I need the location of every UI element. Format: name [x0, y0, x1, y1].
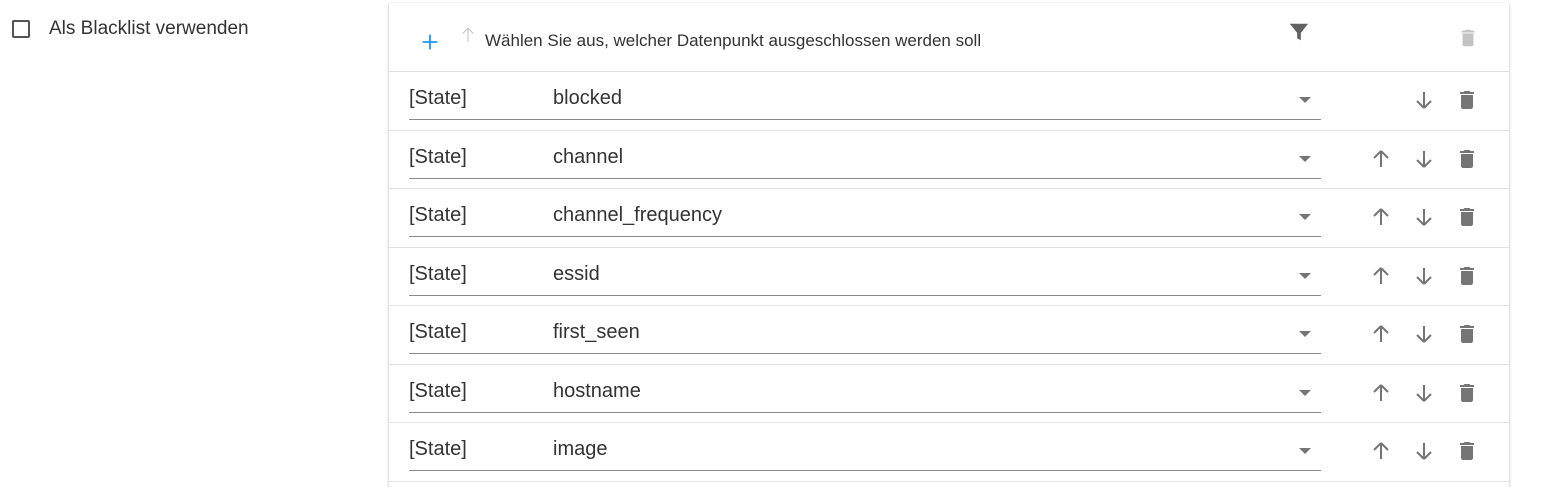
arrow-up-icon	[1373, 325, 1389, 342]
trash-icon	[1460, 383, 1474, 402]
dropdown-arrow-icon	[1299, 155, 1311, 162]
trash-icon	[1460, 208, 1474, 226]
delete-row-button[interactable]	[1455, 88, 1479, 112]
trash-icon	[1460, 91, 1474, 109]
delete-row-button[interactable]	[1455, 264, 1479, 288]
arrow-up-icon	[1373, 266, 1389, 284]
move-down-button[interactable]	[1412, 381, 1436, 405]
arrow-down-icon	[1416, 150, 1432, 168]
exclusion-table: Wählen Sie aus, welcher Datenpunkt ausge…	[389, 3, 1509, 487]
datapoint-select[interactable]: first_seen	[409, 314, 1321, 354]
plus-icon	[422, 34, 438, 50]
move-up-button[interactable]	[1369, 322, 1393, 346]
arrow-up-icon	[1373, 208, 1389, 225]
arrow-down-icon	[1416, 443, 1432, 460]
blacklist-label: Als Blacklist verwenden	[49, 18, 249, 39]
move-down-button[interactable]	[1412, 147, 1436, 171]
move-down-button[interactable]	[1412, 88, 1436, 112]
dropdown-arrow-icon	[1299, 448, 1311, 454]
trash-icon	[1461, 29, 1475, 47]
table-header: Wählen Sie aus, welcher Datenpunkt ausge…	[389, 3, 1509, 72]
arrow-down-icon	[1416, 92, 1432, 109]
datapoint-select-value: hostname	[553, 379, 641, 402]
move-down-button[interactable]	[1412, 322, 1436, 346]
table-row: [State] channel	[389, 131, 1509, 189]
datapoint-select-value: first_seen	[553, 321, 640, 343]
dropdown-arrow-icon	[1299, 272, 1311, 279]
datapoint-select[interactable]: blocked	[409, 80, 1321, 120]
table-row: [State] channel_frequency	[389, 189, 1509, 248]
datapoint-select-value: essid	[553, 262, 600, 285]
datapoint-select[interactable]: hostname	[409, 373, 1321, 413]
move-down-button[interactable]	[1412, 439, 1436, 463]
filter-icon	[1289, 23, 1309, 41]
arrow-up-icon	[1373, 383, 1389, 401]
delete-row-button[interactable]	[1455, 381, 1479, 405]
table-row: [State] first_seen	[389, 306, 1509, 365]
arrow-up-icon	[1373, 442, 1389, 459]
table-body: [State] blocked [State] channel [State] chann…	[389, 72, 1509, 482]
arrow-up-icon	[1373, 149, 1389, 167]
trash-icon	[1460, 149, 1474, 168]
add-button[interactable]	[419, 31, 441, 53]
table-row: [State] blocked	[389, 72, 1509, 131]
arrow-down-icon	[1416, 209, 1432, 226]
dropdown-arrow-icon	[1299, 97, 1311, 103]
arrow-up-icon	[462, 27, 474, 42]
table-row: [State] hostname	[389, 365, 1509, 423]
arrow-down-icon	[1416, 384, 1432, 402]
delete-row-button[interactable]	[1455, 205, 1479, 229]
datapoint-select[interactable]: essid	[409, 256, 1321, 296]
delete-row-button[interactable]	[1455, 322, 1479, 346]
datapoint-select[interactable]: channel_frequency	[409, 197, 1321, 237]
move-up-button[interactable]	[1369, 147, 1393, 171]
move-up-button[interactable]	[1369, 439, 1393, 463]
delete-row-button[interactable]	[1455, 439, 1479, 463]
arrow-down-icon	[1416, 326, 1432, 343]
datapoint-select-value: image	[553, 438, 608, 460]
move-up-button[interactable]	[1369, 381, 1393, 405]
trash-icon	[1460, 266, 1474, 285]
delete-all-button[interactable]	[1457, 26, 1479, 50]
table-row: [State] image	[389, 423, 1509, 482]
move-down-button[interactable]	[1412, 264, 1436, 288]
dropdown-arrow-icon	[1299, 331, 1311, 337]
delete-row-button[interactable]	[1455, 147, 1479, 171]
move-up-button[interactable]	[1369, 264, 1393, 288]
datapoint-select-value: channel_frequency	[553, 204, 723, 226]
datapoint-select-value: blocked	[553, 87, 622, 109]
datapoint-select[interactable]: channel	[409, 139, 1321, 179]
blacklist-checkbox-row[interactable]: Als Blacklist verwenden	[12, 17, 249, 41]
table-row: [State] essid	[389, 248, 1509, 306]
datapoint-select[interactable]: image	[409, 431, 1321, 471]
trash-icon	[1460, 442, 1474, 460]
filter-button[interactable]	[1288, 21, 1310, 43]
move-up-button[interactable]	[1369, 205, 1393, 229]
dropdown-arrow-icon	[1299, 389, 1311, 396]
datapoint-select-value: channel	[553, 145, 624, 168]
header-title: Wählen Sie aus, welcher Datenpunkt ausge…	[485, 31, 982, 50]
blacklist-checkbox[interactable]	[12, 20, 30, 38]
dropdown-arrow-icon	[1299, 214, 1311, 220]
arrow-down-icon	[1416, 267, 1432, 285]
sort-button[interactable]	[459, 26, 477, 44]
trash-icon	[1460, 325, 1474, 343]
move-down-button[interactable]	[1412, 205, 1436, 229]
